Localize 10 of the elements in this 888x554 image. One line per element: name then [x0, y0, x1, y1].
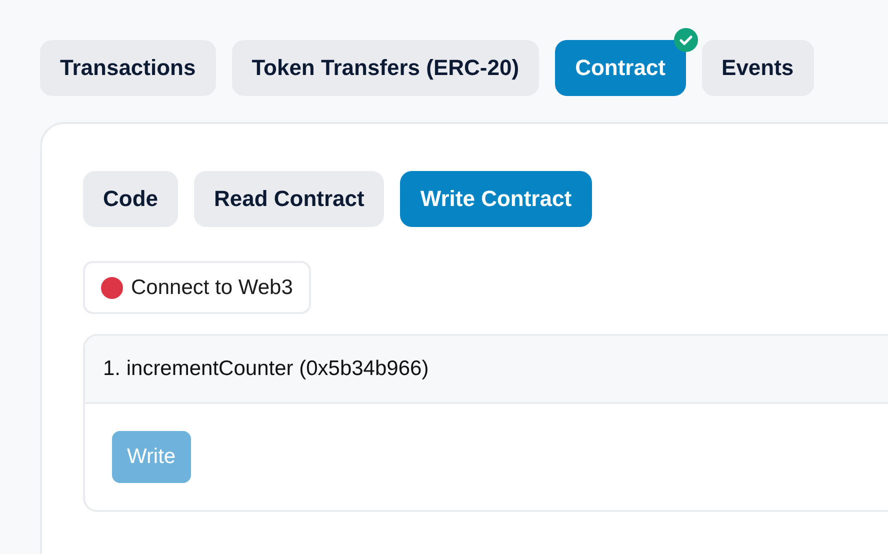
tab[interactable]: Read Contract: [194, 171, 384, 227]
connect-button[interactable]: Connect to Web3: [83, 261, 311, 314]
tab[interactable]: Write Contract: [400, 171, 592, 227]
tab[interactable]: Contract: [555, 40, 686, 96]
tab[interactable]: Code: [83, 171, 178, 227]
tab[interactable]: Token Transfers (ERC-20): [232, 40, 540, 96]
tab[interactable]: Events: [702, 40, 814, 96]
connect-label: Connect to Web3: [131, 276, 293, 300]
function-title[interactable]: 1. incrementCounter (0x5b34b966): [85, 336, 888, 404]
tab[interactable]: Transactions: [40, 40, 216, 96]
